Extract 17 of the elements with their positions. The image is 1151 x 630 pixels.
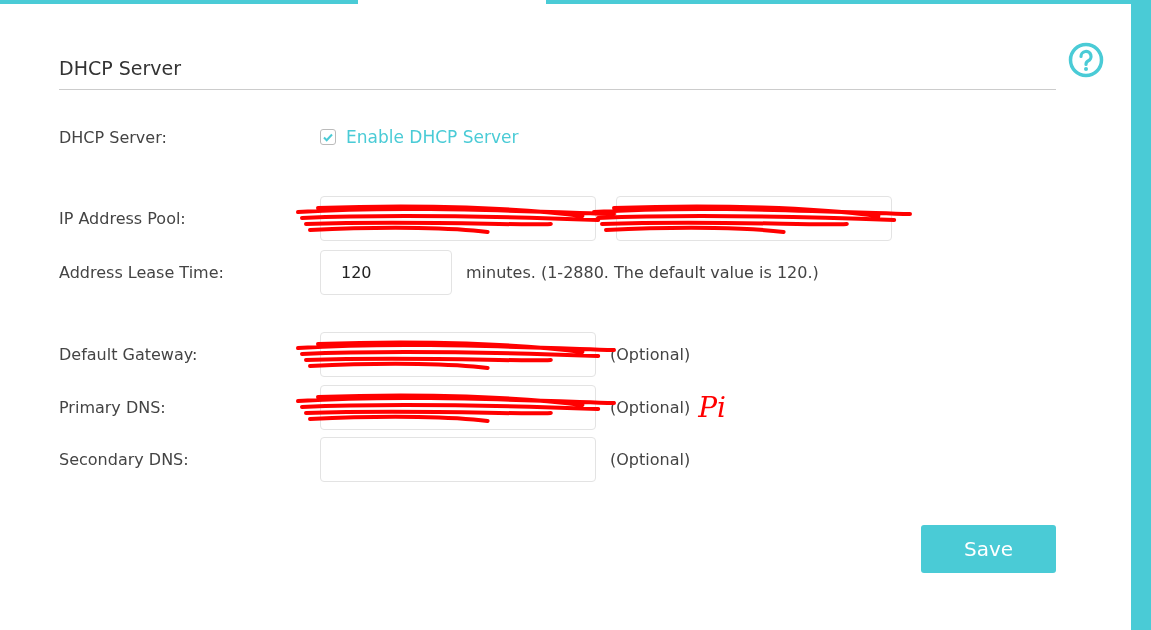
input-field[interactable] (320, 437, 596, 482)
section-title: DHCP Server (59, 57, 181, 79)
save-button[interactable]: Save (921, 525, 1056, 573)
input-field[interactable]: 120 (320, 250, 452, 295)
field-label: IP Address Pool: (59, 209, 187, 228)
field-label: Primary DNS: (59, 398, 167, 417)
hint-text: (Optional) (610, 450, 691, 469)
field-label: Secondary DNS: (59, 450, 190, 469)
check-icon (322, 131, 334, 143)
field-label: Default Gateway: (59, 345, 199, 364)
enable-checkbox[interactable]: Enable DHCP Server (320, 127, 519, 147)
field-label: Address Lease Time: (59, 263, 225, 282)
handwritten-note: Pi (698, 391, 726, 424)
hint-text: (Optional) (610, 398, 691, 417)
hint-text: minutes. (1-2880. The default value is 120.) (466, 263, 819, 282)
hint-text: (Optional) (610, 345, 691, 364)
field-label: DHCP Server: (59, 127, 168, 147)
